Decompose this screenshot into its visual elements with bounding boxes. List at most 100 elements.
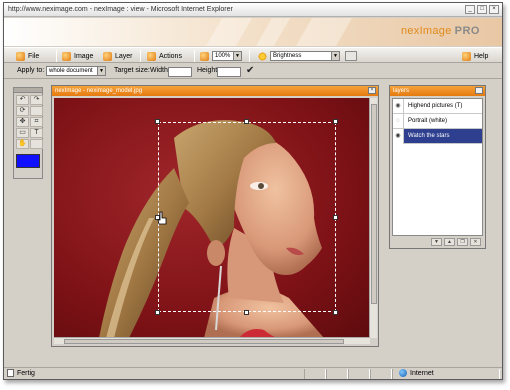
trash-icon[interactable]: ✕ bbox=[470, 238, 481, 246]
zoom-select[interactable]: 100% ▼ bbox=[212, 51, 242, 61]
text-tool-icon[interactable]: T bbox=[30, 128, 43, 138]
move-down-icon[interactable]: ▼ bbox=[431, 238, 442, 246]
window-title: http://www.neximage.com - nexImage : vie… bbox=[8, 6, 233, 13]
move-up-icon[interactable]: ▲ bbox=[444, 238, 455, 246]
layer-item[interactable]: ◉ Highend pictures (T) bbox=[393, 98, 482, 114]
status-bar: Fertig Internet bbox=[4, 367, 502, 379]
app-banner: nexImage PRO bbox=[4, 18, 502, 46]
document-title-bar: nexImage - neximage_model.jpg × bbox=[52, 86, 378, 96]
layer-icon bbox=[103, 51, 112, 61]
layers-actions: ▼ ▲ ❐ ✕ bbox=[431, 238, 481, 246]
blank-tool-icon[interactable] bbox=[30, 106, 43, 116]
chevron-down-icon: ▼ bbox=[331, 52, 339, 60]
zoom-value: 100% bbox=[215, 53, 231, 59]
width-input[interactable] bbox=[168, 67, 192, 77]
zone-label: Internet bbox=[410, 369, 434, 377]
adjustment-value: Brightness bbox=[273, 53, 302, 59]
empty-tool-icon[interactable] bbox=[30, 139, 43, 149]
adjustment-select[interactable]: Brightness ▼ bbox=[270, 51, 340, 61]
width-label: Width bbox=[150, 67, 168, 74]
window-controls: _ □ × bbox=[465, 5, 499, 14]
security-zone: Internet bbox=[399, 369, 434, 377]
layer-item[interactable]: ◌ Portrait (white) bbox=[393, 113, 482, 129]
layers-panel: layers ◉ Highend pictures (T) ◌ Portrait… bbox=[389, 85, 486, 249]
layer-name: Highend pictures (T) bbox=[408, 103, 463, 109]
menu-file[interactable]: File bbox=[16, 50, 39, 62]
crop-selection[interactable] bbox=[158, 122, 336, 312]
rotate-icon[interactable]: ⟳ bbox=[16, 106, 29, 116]
adjustment-apply-button[interactable] bbox=[345, 51, 357, 61]
new-layer-icon[interactable]: ❐ bbox=[457, 238, 468, 246]
document-vertical-scrollbar[interactable] bbox=[369, 98, 377, 338]
globe-icon bbox=[399, 369, 407, 377]
image-icon bbox=[62, 51, 71, 61]
move-tool-icon[interactable]: ✥ bbox=[16, 117, 29, 127]
chevron-down-icon: ▼ bbox=[97, 67, 105, 75]
hand-tool-icon[interactable]: ✋ bbox=[16, 139, 29, 149]
menu-actions[interactable]: Actions bbox=[147, 50, 182, 62]
eye-icon[interactable]: ◉ bbox=[393, 98, 404, 114]
crop-handle-bottom-right[interactable] bbox=[333, 310, 338, 315]
menu-help-label: Help bbox=[474, 52, 489, 60]
target-size-label: Target size: bbox=[114, 67, 150, 74]
apply-to-select[interactable]: whole document ▼ bbox=[46, 66, 106, 76]
status-text: Fertig bbox=[17, 369, 35, 377]
help-icon bbox=[462, 51, 471, 61]
brightness-icon bbox=[258, 52, 267, 61]
status-left: Fertig bbox=[7, 369, 35, 377]
options-bar: Apply to: whole document ▼ Target size: … bbox=[4, 64, 502, 79]
layers-title: layers bbox=[393, 88, 410, 94]
apply-to-value: whole document bbox=[49, 68, 93, 74]
crop-tool-icon[interactable]: ⌗ bbox=[30, 117, 43, 127]
layer-item-selected[interactable]: ◉ Watch the stars bbox=[393, 128, 482, 144]
menu-layer-label: Layer bbox=[115, 52, 133, 60]
select-tool-icon[interactable]: ▭ bbox=[16, 128, 29, 138]
layers-title-bar: layers bbox=[390, 86, 485, 96]
menu-actions-label: Actions bbox=[159, 52, 182, 60]
minimize-button[interactable]: _ bbox=[465, 5, 475, 14]
eye-icon[interactable]: ◉ bbox=[393, 128, 404, 144]
height-label: Height bbox=[197, 67, 218, 74]
tool-grid: ↶ ↷ ⟳ ✥ ⌗ ▭ T ✋ bbox=[14, 93, 43, 151]
crop-handle-top[interactable] bbox=[244, 119, 249, 124]
crop-handle-right[interactable] bbox=[333, 215, 338, 220]
document-close-button[interactable]: × bbox=[368, 87, 376, 94]
actions-icon bbox=[147, 51, 156, 61]
height-input[interactable] bbox=[217, 67, 241, 77]
menu-image-label: Image bbox=[74, 52, 94, 60]
crop-handle-bottom-left[interactable] bbox=[155, 310, 160, 315]
menu-bar: File Image Layer Actions 100% ▼ Brightne… bbox=[4, 47, 502, 63]
crop-handle-top-left[interactable] bbox=[155, 119, 160, 124]
document-horizontal-scrollbar[interactable] bbox=[54, 337, 370, 344]
layers-list: ◉ Highend pictures (T) ◌ Portrait (white… bbox=[392, 98, 483, 236]
browser-window: http://www.neximage.com - nexImage : vie… bbox=[3, 2, 503, 380]
primary-color-swatch[interactable] bbox=[16, 154, 40, 168]
eye-icon[interactable]: ◌ bbox=[393, 113, 404, 129]
layer-name: Portrait (white) bbox=[408, 118, 448, 124]
hand-cursor-icon bbox=[157, 211, 167, 225]
page-icon bbox=[7, 369, 14, 377]
layer-name: Watch the stars bbox=[408, 133, 450, 139]
title-bar: http://www.neximage.com - nexImage : vie… bbox=[4, 3, 502, 17]
menu-file-label: File bbox=[28, 52, 40, 60]
apply-to-label: Apply to: bbox=[17, 67, 45, 74]
layers-close-button[interactable] bbox=[475, 87, 483, 94]
document-window: nexImage - neximage_model.jpg × bbox=[51, 85, 379, 347]
document-title: nexImage - neximage_model.jpg bbox=[55, 88, 143, 94]
menu-layer[interactable]: Layer bbox=[103, 50, 133, 62]
crop-handle-bottom[interactable] bbox=[244, 310, 249, 315]
close-button[interactable]: × bbox=[489, 5, 499, 14]
menu-image[interactable]: Image bbox=[62, 50, 93, 62]
undo-icon[interactable]: ↶ bbox=[16, 95, 29, 105]
image-canvas[interactable] bbox=[54, 98, 370, 338]
apply-checkmark-icon[interactable]: ✔ bbox=[246, 65, 254, 76]
redo-icon[interactable]: ↷ bbox=[30, 95, 43, 105]
app-logo: nexImage PRO bbox=[400, 25, 480, 37]
file-icon bbox=[16, 51, 25, 61]
toolbox-panel: ↶ ↷ ⟳ ✥ ⌗ ▭ T ✋ bbox=[13, 87, 43, 179]
chevron-down-icon: ▼ bbox=[233, 52, 241, 60]
maximize-button[interactable]: □ bbox=[477, 5, 487, 14]
zoom-icon bbox=[200, 52, 209, 61]
crop-handle-top-right[interactable] bbox=[333, 119, 338, 124]
menu-help[interactable]: Help bbox=[462, 50, 488, 62]
